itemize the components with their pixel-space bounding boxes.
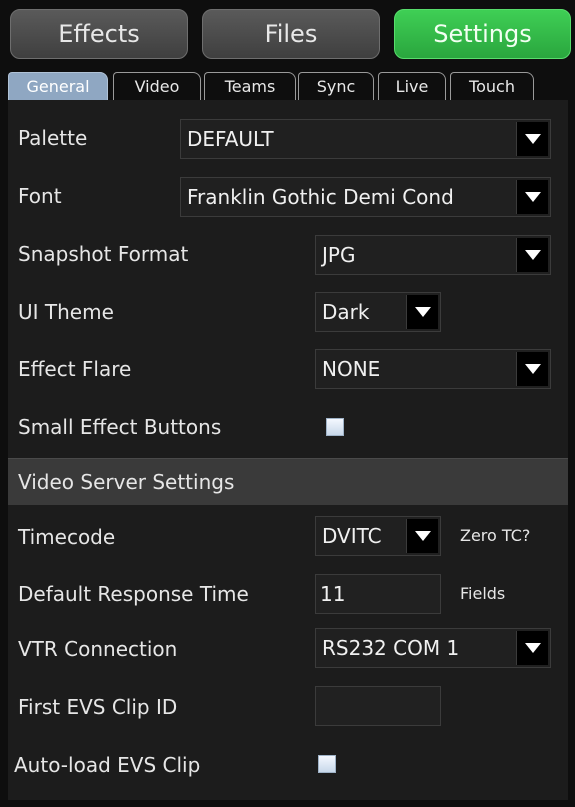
tab-label: Touch — [469, 77, 515, 96]
tab-live[interactable]: Live — [378, 72, 446, 100]
tab-label: Teams — [224, 77, 276, 96]
font-label: Font — [18, 184, 62, 208]
vtr-connection-label: VTR Connection — [18, 637, 178, 661]
snapshot-format-value: JPG — [322, 243, 356, 267]
chevron-down-icon[interactable] — [516, 122, 548, 156]
small-effect-buttons-label: Small Effect Buttons — [18, 415, 222, 439]
snapshot-format-label: Snapshot Format — [18, 242, 189, 266]
fields-unit-label: Fields — [460, 584, 506, 603]
palette-dropdown[interactable]: DEFAULT — [180, 119, 551, 159]
chevron-down-icon[interactable] — [516, 180, 548, 214]
section-header-title: Video Server Settings — [18, 470, 235, 494]
chevron-down-icon[interactable] — [406, 295, 438, 329]
vtr-connection-value: RS232 COM 1 — [322, 636, 460, 660]
small-effect-buttons-checkbox[interactable] — [326, 418, 344, 436]
auto-load-evs-clip-checkbox[interactable] — [318, 755, 336, 773]
timecode-dropdown[interactable]: DVITC — [315, 516, 441, 556]
video-server-section-header: Video Server Settings — [8, 458, 568, 505]
tab-label: Live — [395, 77, 429, 96]
tab-general[interactable]: General — [8, 72, 108, 100]
tab-video[interactable]: Video — [113, 72, 201, 100]
tab-label: Sync — [316, 77, 356, 96]
settings-tabs: General Video Teams Sync Live Touch — [8, 72, 568, 100]
timecode-label: Timecode — [18, 525, 116, 549]
first-evs-clip-id-label: First EVS Clip ID — [18, 695, 178, 719]
effect-flare-label: Effect Flare — [18, 357, 132, 381]
effects-button[interactable]: Effects — [10, 9, 188, 59]
default-response-time-label: Default Response Time — [18, 582, 249, 606]
tab-label: General — [26, 77, 90, 96]
chevron-down-icon[interactable] — [516, 352, 548, 386]
chevron-down-icon[interactable] — [516, 238, 548, 272]
general-settings-panel: Palette DEFAULT Font Franklin Gothic Dem… — [8, 100, 568, 800]
font-dropdown[interactable]: Franklin Gothic Demi Cond — [180, 177, 551, 217]
tab-teams[interactable]: Teams — [204, 72, 296, 100]
ui-theme-label: UI Theme — [18, 300, 114, 324]
tab-touch[interactable]: Touch — [450, 72, 534, 100]
ui-theme-value: Dark — [322, 300, 370, 324]
palette-label: Palette — [18, 126, 88, 150]
timecode-value: DVITC — [322, 524, 382, 548]
tab-label: Video — [134, 77, 180, 96]
auto-load-evs-clip-label: Auto-load EVS Clip — [14, 753, 201, 777]
settings-button-label: Settings — [433, 20, 532, 48]
default-response-time-value: 11 — [320, 582, 346, 606]
chevron-down-icon[interactable] — [406, 519, 438, 553]
vtr-connection-dropdown[interactable]: RS232 COM 1 — [315, 628, 551, 668]
settings-button[interactable]: Settings — [394, 9, 571, 59]
zero-tc-label: Zero TC? — [460, 526, 531, 545]
default-response-time-input[interactable]: 11 — [315, 574, 441, 614]
tab-sync[interactable]: Sync — [298, 72, 374, 100]
snapshot-format-dropdown[interactable]: JPG — [315, 235, 551, 275]
palette-value: DEFAULT — [187, 127, 274, 151]
effect-flare-dropdown[interactable]: NONE — [315, 349, 551, 389]
font-value: Franklin Gothic Demi Cond — [187, 185, 454, 209]
files-button-label: Files — [264, 20, 318, 48]
effects-button-label: Effects — [58, 20, 140, 48]
files-button[interactable]: Files — [202, 9, 380, 59]
chevron-down-icon[interactable] — [516, 631, 548, 665]
effect-flare-value: NONE — [322, 357, 381, 381]
ui-theme-dropdown[interactable]: Dark — [315, 292, 441, 332]
first-evs-clip-id-input[interactable] — [315, 686, 441, 726]
